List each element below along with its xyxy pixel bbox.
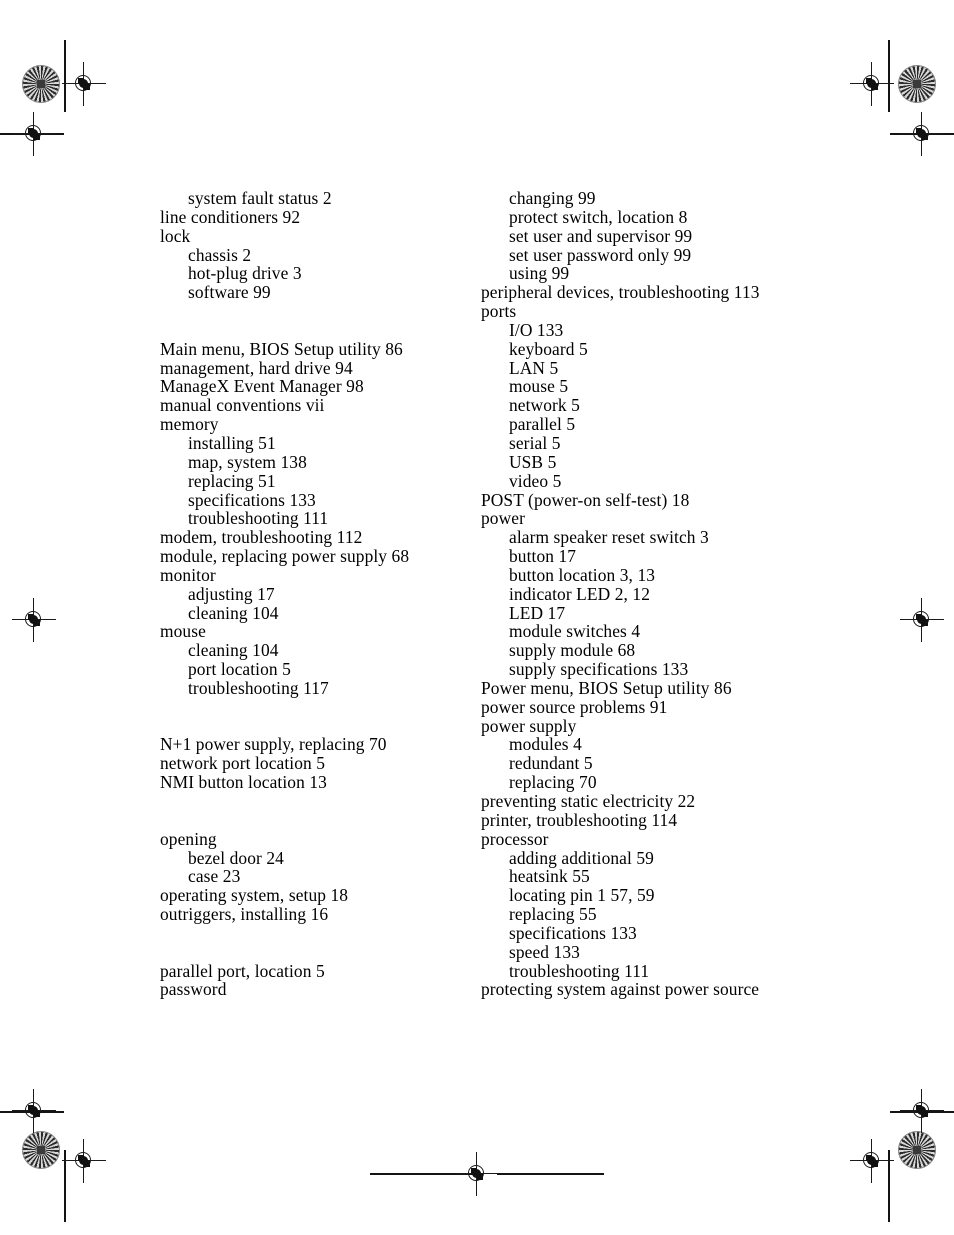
index-entry: opening	[160, 828, 217, 849]
index-entry: ports	[481, 301, 517, 322]
index-column-left: system fault status 2 line conditioners 9…	[160, 189, 460, 999]
index-subentry: set user and supervisor 99	[509, 225, 693, 246]
index-subentry: button location 3, 13	[509, 564, 656, 585]
index-entry: management, hard drive 94	[160, 357, 353, 378]
index-entry: power supply	[481, 715, 577, 736]
index-subentry: supply specifications 133	[509, 659, 689, 680]
index-subentry: troubleshooting 111	[188, 508, 329, 529]
index-subentry: speed 133	[509, 941, 580, 962]
index-page: system fault status 2 line conditioners 9…	[0, 0, 954, 1235]
index-column-right: changing 99 protect switch, location 8 set…	[481, 189, 801, 999]
index-subentry: specifications 133	[188, 489, 316, 510]
index-subentry: LED 17	[509, 602, 566, 623]
index-subentry: cleaning 104	[188, 640, 279, 661]
index-group-spacer	[160, 792, 460, 830]
index-subentry: modules 4	[509, 734, 582, 755]
index-entry: POST (power-on self-test) 18	[481, 489, 690, 510]
index-subentry: cleaning 104	[188, 602, 279, 623]
index-subentry: LAN 5	[509, 357, 559, 378]
index-subentry: locating pin 1 57, 59	[509, 885, 655, 906]
index-subentry: specifications 133	[509, 922, 637, 943]
index-subentry: keyboard 5	[509, 338, 588, 359]
index-entry: operating system, setup 18	[160, 885, 349, 906]
index-entry: module, replacing power supply 68	[160, 546, 410, 567]
index-subentry: using 99	[509, 263, 570, 284]
index-subentry: USB 5	[509, 451, 557, 472]
index-entry: mouse	[160, 621, 206, 642]
index-entry: modem, troubleshooting 112	[160, 527, 363, 548]
index-subentry: software 99	[188, 282, 271, 303]
index-entry: NMI button location 13	[160, 772, 327, 793]
index-entry: outriggers, installing 16	[160, 904, 329, 925]
index-subentry: serial 5	[509, 432, 561, 453]
index-subentry: module switches 4	[509, 621, 641, 642]
index-subentry: adjusting 17	[188, 583, 275, 604]
index-subentry: system fault status 2	[188, 188, 332, 208]
index-subentry: alarm speaker reset switch 3	[509, 527, 709, 548]
index-columns: system fault status 2 line conditioners 9…	[0, 0, 954, 1235]
index-subentry: changing 99	[509, 188, 596, 208]
index-subentry: supply module 68	[509, 640, 636, 661]
index-subentry: redundant 5	[509, 753, 593, 774]
index-entry: manual conventions vii	[160, 395, 325, 416]
index-entry: lock	[160, 225, 191, 246]
index-entry: printer, troubleshooting 114	[481, 809, 678, 830]
index-subentry: replacing 51	[188, 470, 276, 491]
index-subentry: port location 5	[188, 659, 291, 680]
index-subentry: replacing 55	[509, 904, 597, 925]
index-subentry: protect switch, location 8	[509, 206, 688, 227]
index-entry: peripheral devices, troubleshooting 113	[481, 282, 760, 303]
index-subentry: replacing 70	[509, 772, 597, 793]
index-subentry: troubleshooting 111	[509, 960, 650, 981]
index-subentry: installing 51	[188, 432, 276, 453]
index-entry: password	[160, 979, 227, 1000]
index-entry: network port location 5	[160, 753, 326, 774]
index-subentry: map, system 138	[188, 451, 307, 472]
index-subentry: adding additional 59	[509, 847, 654, 868]
index-entry: protecting system against power source	[481, 979, 760, 1000]
index-subentry: indicator LED 2, 12	[509, 583, 650, 604]
index-entry: memory	[160, 414, 219, 435]
index-subentry: heatsink 55	[509, 866, 590, 887]
index-entry: parallel port, location 5	[160, 960, 325, 981]
index-entry: N+1 power supply, replacing 70	[160, 734, 387, 755]
index-subentry: video 5	[509, 470, 562, 491]
index-entry: monitor	[160, 564, 216, 585]
index-entry: Main menu, BIOS Setup utility 86	[160, 338, 403, 359]
index-subentry: case 23	[188, 866, 241, 887]
index-subentry: bezel door 24	[188, 847, 284, 868]
index-subentry: button 17	[509, 546, 577, 567]
index-entry: Power menu, BIOS Setup utility 86	[481, 677, 732, 698]
index-entry: preventing static electricity 22	[481, 791, 696, 811]
index-entry: power	[481, 508, 525, 529]
index-subentry: troubleshooting 117	[188, 677, 329, 698]
index-group-spacer	[160, 698, 460, 736]
index-group-spacer	[160, 302, 460, 340]
index-entry: processor	[481, 828, 549, 849]
index-subentry: I/O 133	[509, 319, 564, 340]
index-subentry: network 5	[509, 395, 580, 416]
index-group-spacer	[160, 924, 460, 962]
index-subentry: parallel 5	[509, 414, 576, 435]
index-subentry: mouse 5	[509, 376, 569, 397]
index-entry: line conditioners 92	[160, 206, 301, 227]
index-subentry: set user password only 99	[509, 244, 692, 265]
index-subentry: chassis 2	[188, 244, 252, 265]
index-subentry: hot-plug drive 3	[188, 263, 302, 284]
index-entry: ManageX Event Manager 98	[160, 376, 364, 397]
index-entry: power source problems 91	[481, 696, 668, 717]
